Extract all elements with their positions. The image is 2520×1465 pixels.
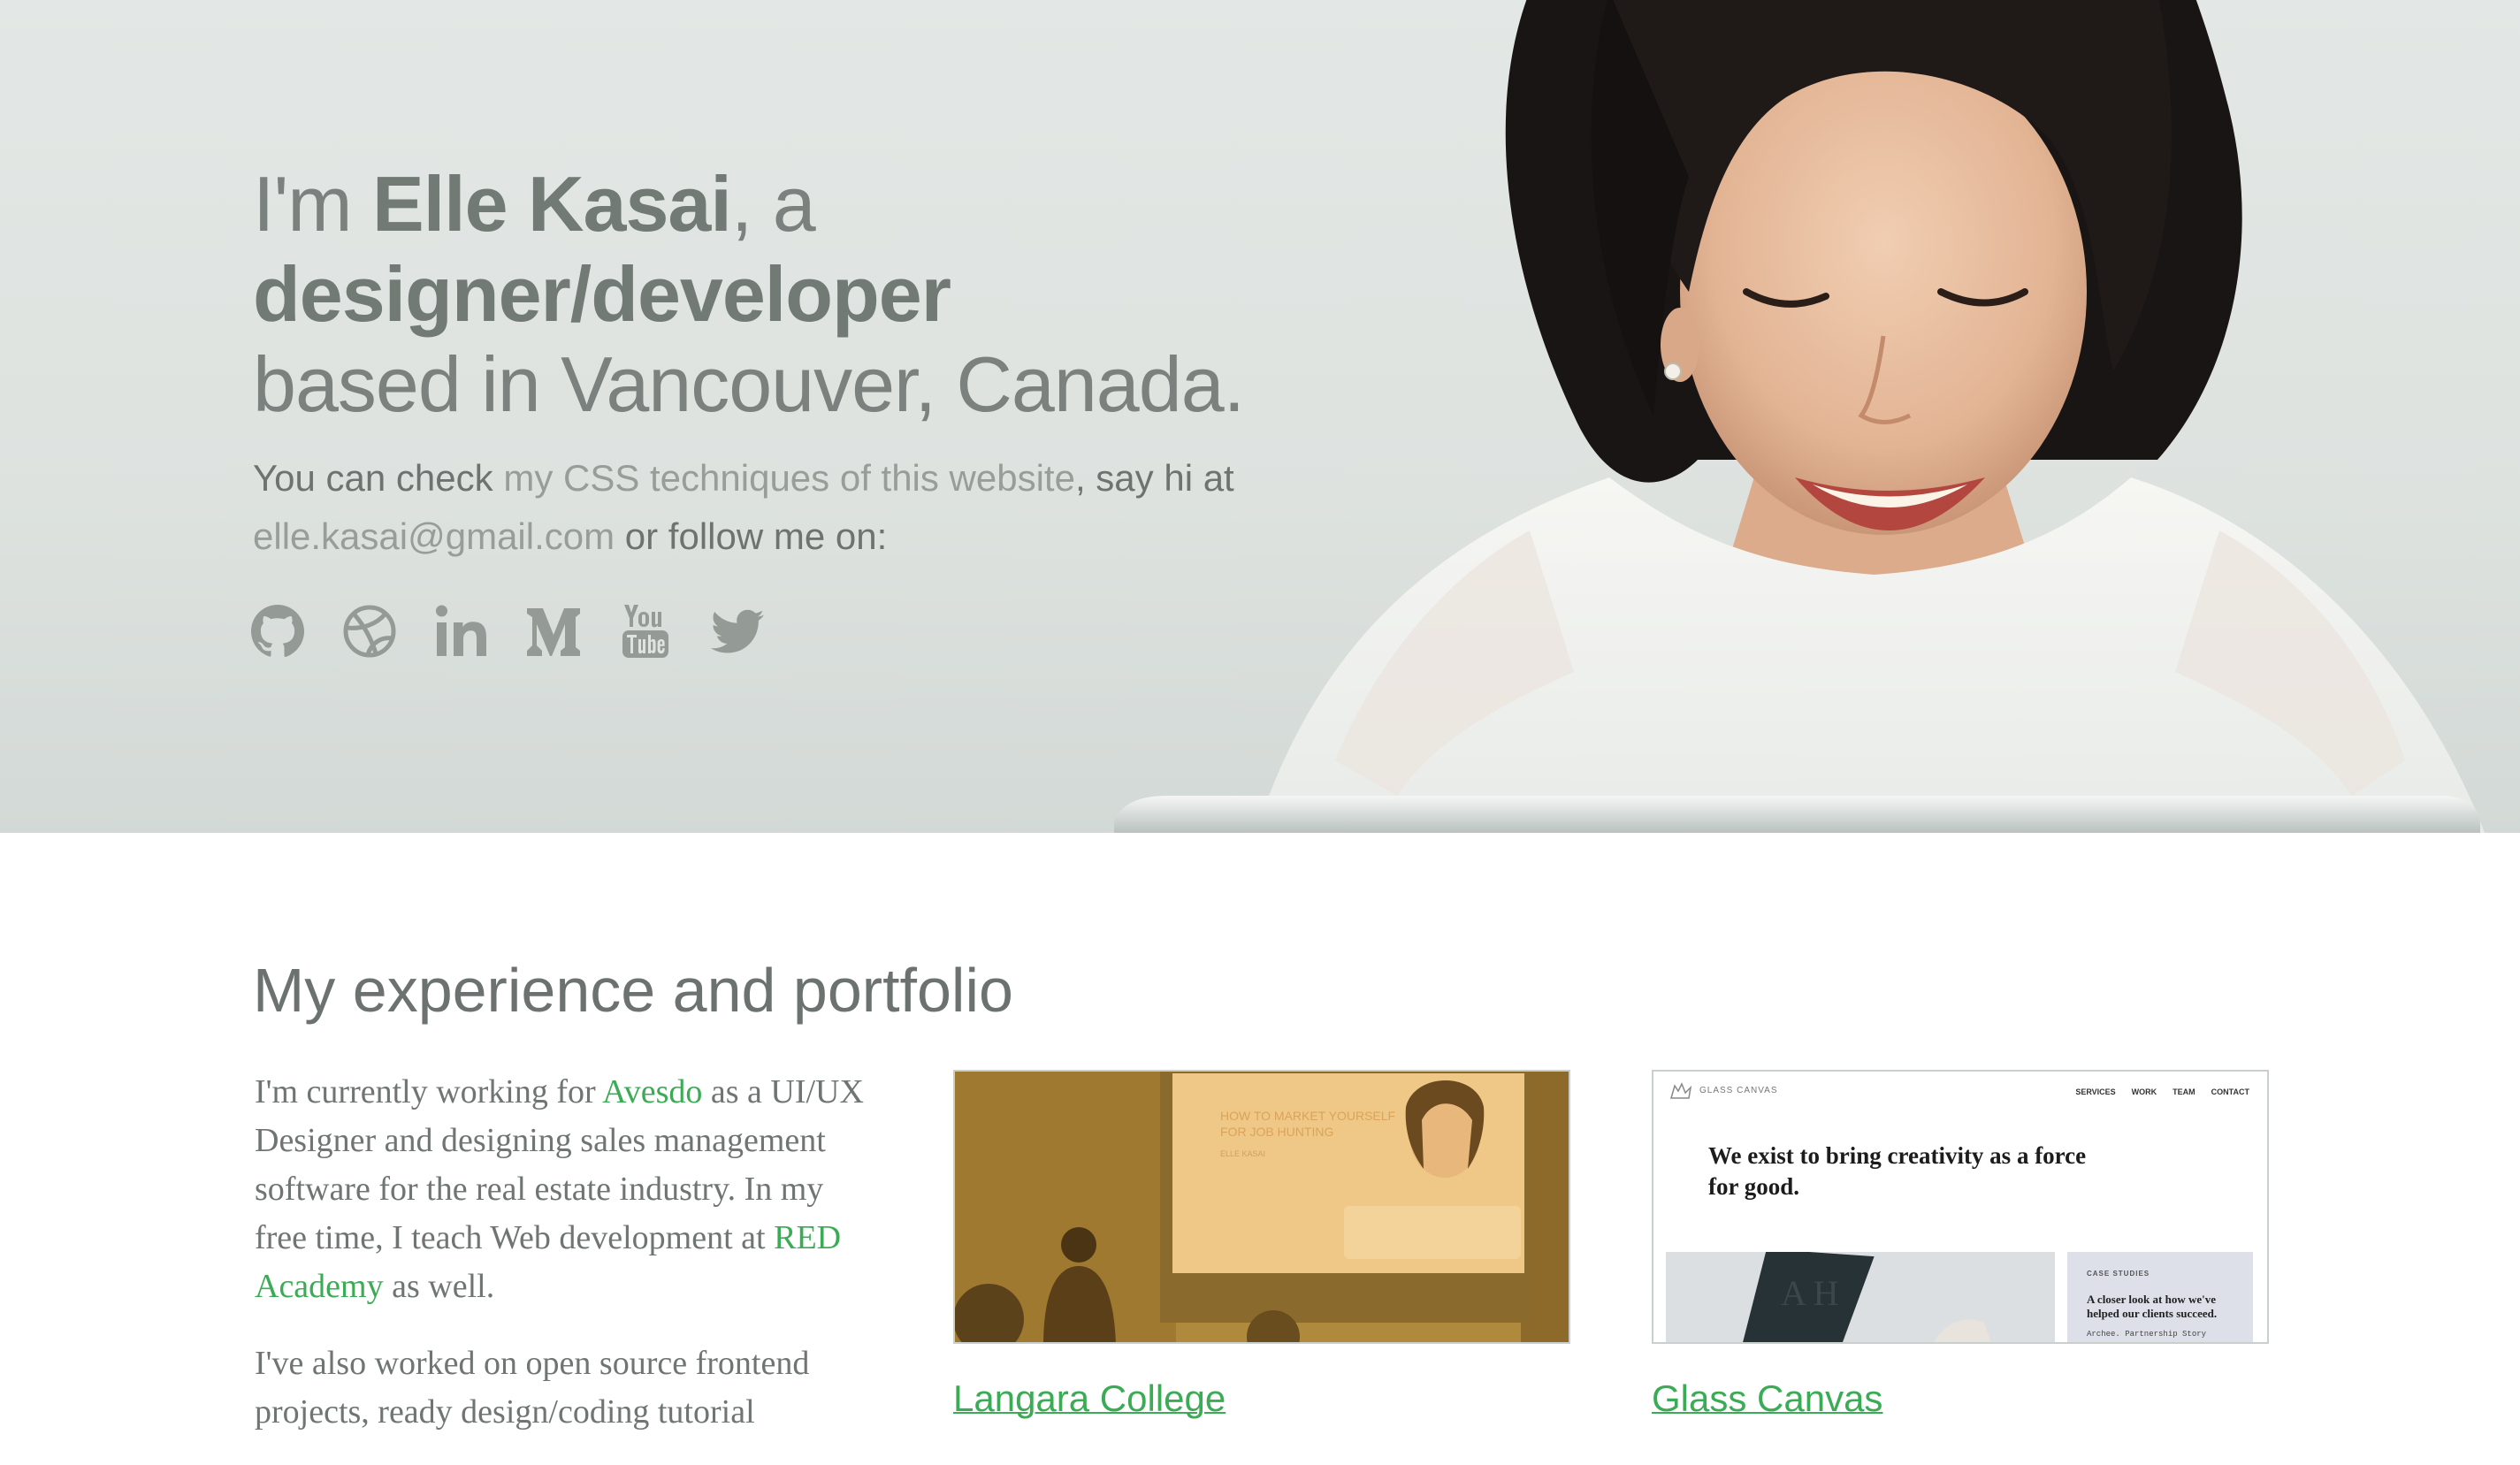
gc-nav-item: CONTACT bbox=[2211, 1087, 2249, 1096]
slide-title-line-2: FOR JOB HUNTING bbox=[1220, 1125, 1333, 1139]
gc-panel-link: Archee. Partnership Story bbox=[2087, 1330, 2207, 1339]
headline-name: Elle Kasai bbox=[372, 160, 732, 248]
headline-mid: , a bbox=[730, 160, 816, 248]
portfolio-card-langara[interactable]: HOW TO MARKET YOURSELF FOR JOB HUNTING E… bbox=[953, 1070, 1570, 1423]
hero-intro: You can check my CSS techniques of this … bbox=[253, 449, 1270, 566]
hero-banner: I'm Elle Kasai, a designer/developer bas… bbox=[0, 0, 2520, 833]
glass-canvas-thumbnail[interactable]: GLASS CANVAS SERVICES WORK TEAM CONTACT … bbox=[1652, 1070, 2269, 1344]
gc-nav-item: WORK bbox=[2131, 1087, 2157, 1096]
intro-text-1: You can check bbox=[253, 457, 504, 499]
medium-icon[interactable] bbox=[525, 603, 582, 660]
headline-role: designer/developer bbox=[253, 250, 951, 338]
hero-headline: I'm Elle Kasai, a designer/developer bas… bbox=[253, 159, 1491, 430]
about-text-part: I'm currently working for bbox=[255, 1073, 603, 1110]
gc-book-text: A H bbox=[1781, 1273, 1839, 1313]
linkedin-icon[interactable] bbox=[433, 603, 490, 660]
social-links bbox=[249, 603, 766, 660]
glass-canvas-title-link[interactable]: Glass Canvas bbox=[1652, 1374, 2269, 1423]
about-paragraph-2: I've also worked on open source frontend… bbox=[255, 1345, 810, 1431]
gc-nav-item: SERVICES bbox=[2075, 1087, 2116, 1096]
glass-canvas-brand: GLASS CANVAS bbox=[1699, 1086, 1778, 1095]
glass-canvas-hero-image: A H bbox=[1666, 1252, 2055, 1342]
email-link[interactable]: elle.kasai@gmail.com bbox=[253, 515, 615, 557]
twitter-icon[interactable] bbox=[709, 603, 766, 660]
css-techniques-link[interactable]: my CSS techniques of this website bbox=[503, 457, 1075, 499]
avesdo-link[interactable]: Avesdo bbox=[602, 1073, 702, 1110]
slide-author: ELLE KASAI bbox=[1220, 1149, 1265, 1158]
portfolio-card-glass-canvas[interactable]: GLASS CANVAS SERVICES WORK TEAM CONTACT … bbox=[1652, 1070, 2269, 1423]
github-icon[interactable] bbox=[249, 603, 306, 660]
intro-text-3: or follow me on: bbox=[615, 515, 888, 557]
glass-canvas-logo-icon bbox=[1670, 1082, 1692, 1099]
glass-canvas-headline: We exist to bring creativity as a force … bbox=[1708, 1142, 2087, 1200]
headline-prefix: I'm bbox=[253, 160, 373, 248]
headline-location: based in Vancouver, Canada. bbox=[253, 340, 1245, 428]
gc-panel-label: CASE STUDIES bbox=[2087, 1270, 2150, 1278]
intro-text-2: , say hi at bbox=[1074, 457, 1234, 499]
youtube-icon[interactable] bbox=[617, 603, 674, 660]
glass-canvas-nav: SERVICES WORK TEAM CONTACT bbox=[2075, 1087, 2249, 1096]
hero-headline-block: I'm Elle Kasai, a designer/developer bas… bbox=[253, 159, 1491, 430]
slide-title-line-1: HOW TO MARKET YOURSELF bbox=[1220, 1109, 1395, 1123]
langara-title-link[interactable]: Langara College bbox=[953, 1374, 1570, 1423]
about-text-part: as well. bbox=[383, 1268, 495, 1305]
langara-thumbnail[interactable]: HOW TO MARKET YOURSELF FOR JOB HUNTING E… bbox=[953, 1070, 1570, 1344]
gc-nav-item: TEAM bbox=[2173, 1087, 2195, 1096]
gc-panel-text: A closer look at how we've helped our cl… bbox=[2087, 1293, 2218, 1320]
portfolio-heading: My experience and portfolio bbox=[253, 956, 1013, 1025]
glass-canvas-case-studies-panel: CASE STUDIES A closer look at how we've … bbox=[2067, 1252, 2253, 1342]
langara-lecture-image: HOW TO MARKET YOURSELF FOR JOB HUNTING E… bbox=[955, 1072, 1569, 1342]
about-paragraph-1: I'm currently working for Avesdo as a UI… bbox=[255, 1068, 874, 1311]
dribbble-icon[interactable] bbox=[341, 603, 398, 660]
about-text: I'm currently working for Avesdo as a UI… bbox=[255, 1068, 874, 1465]
